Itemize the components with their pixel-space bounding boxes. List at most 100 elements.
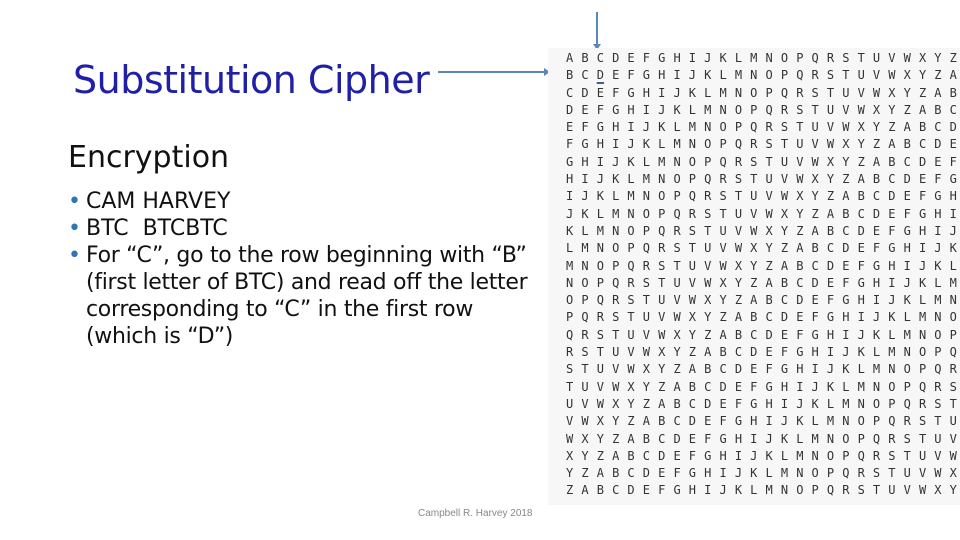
cipher-cell: W <box>673 310 681 325</box>
cipher-cell: N <box>826 431 835 446</box>
cipher-cell: T <box>612 327 620 342</box>
cipher-cell: O <box>688 154 697 169</box>
cipher-cell: M <box>750 51 758 65</box>
cipher-cell: Q <box>704 172 712 187</box>
cipher-cell: R <box>658 241 666 256</box>
cipher-cell: O <box>673 172 681 187</box>
cipher-cell: N <box>842 414 850 429</box>
cipher-cell: J <box>918 258 927 273</box>
cipher-cell: F <box>811 310 819 325</box>
cipher-cell: H <box>903 241 911 256</box>
bullet-text: BTC BTCBTC <box>86 216 228 241</box>
cipher-row: ABCDEFGHIJKLMNOPQRSTUVWXYZ <box>562 50 960 67</box>
cipher-cell: M <box>811 431 819 446</box>
cipher-cell: U <box>627 327 635 342</box>
cipher-cell: H <box>796 362 804 377</box>
cipher-cell: W <box>888 68 896 83</box>
cipher-row: FGHIJKLMNOPQRSTUVWXYZABCDE <box>562 136 960 153</box>
cipher-cell: P <box>949 327 957 342</box>
cipher-cell: S <box>704 206 712 221</box>
cipher-cell: J <box>658 102 666 117</box>
cipher-cell: Y <box>596 431 604 446</box>
cipher-cell: N <box>765 51 773 65</box>
cipher-cell: L <box>719 68 727 83</box>
cipher-cell: Z <box>673 362 681 377</box>
cipher-cell: O <box>872 396 881 411</box>
cipher-cell: V <box>857 85 865 100</box>
cipher-cell: U <box>642 310 650 325</box>
cipher-cell: I <box>750 431 758 446</box>
cipher-cell: M <box>627 189 635 204</box>
cipher-cell: O <box>934 327 942 342</box>
cipher-cell: R <box>566 345 574 360</box>
cipher-cell: B <box>842 206 850 221</box>
cipher-cell: P <box>857 431 865 446</box>
cipher-cell: T <box>918 431 927 446</box>
cipher-cell: O <box>949 310 957 325</box>
cipher-cell: R <box>949 362 957 377</box>
cipher-cell: B <box>872 172 881 187</box>
cipher-cell: K <box>612 172 620 187</box>
cipher-cell: T <box>811 102 819 117</box>
cipher-cell: P <box>734 120 743 135</box>
cipher-cell: X <box>780 206 789 221</box>
cipher-cell: S <box>903 431 911 446</box>
cipher-cell: Y <box>842 154 850 169</box>
cipher-cell: L <box>903 310 911 325</box>
cipher-cell: Q <box>857 448 865 463</box>
cipher-cell: S <box>566 362 574 377</box>
cipher-cell: C <box>857 206 865 221</box>
cipher-cell: V <box>949 431 957 446</box>
cipher-cell: T <box>704 223 712 238</box>
cipher-cell: G <box>857 275 865 290</box>
cipher-cell: P <box>842 448 850 463</box>
cipher-cell: I <box>903 258 911 273</box>
cipher-cell: V <box>627 345 635 360</box>
cipher-cell: K <box>688 85 697 100</box>
cipher-cell: U <box>566 396 574 411</box>
cipher-cell: V <box>612 362 620 377</box>
cipher-cell: L <box>811 414 819 429</box>
cipher-cell: J <box>750 448 758 463</box>
cipher-cell: I <box>811 362 819 377</box>
cipher-cell: L <box>596 206 604 221</box>
cipher-cell: L <box>888 327 896 342</box>
cipher-cell: T <box>842 68 850 83</box>
cipher-cell: Y <box>796 206 804 221</box>
cipher-cell: X <box>842 137 850 152</box>
cipher-cell: W <box>750 223 758 238</box>
cipher-cell: E <box>627 51 635 65</box>
cipher-cell: J <box>934 241 942 256</box>
cipher-cell: F <box>566 137 574 152</box>
cipher-cell: P <box>796 51 804 65</box>
cipher-cell: G <box>750 396 758 411</box>
cipher-cell: Y <box>872 120 881 135</box>
cipher-cell: E <box>888 206 896 221</box>
cipher-cell: Y <box>566 466 574 481</box>
cipher-cell: H <box>750 414 758 429</box>
cipher-cell: C <box>566 85 574 100</box>
cipher-cell: E <box>734 379 743 394</box>
cipher-cell: B <box>750 310 758 325</box>
cipher-cell: U <box>704 241 712 256</box>
cipher-cell: G <box>627 85 635 100</box>
cipher-cell: W <box>826 137 835 152</box>
cipher-row: CDEFGHIJKLMNOPQRSTUVWXYZAB <box>562 85 960 102</box>
cipher-cell: X <box>826 154 835 169</box>
cipher-cell: Y <box>719 293 727 308</box>
cipher-cell: K <box>627 154 635 169</box>
cipher-cell: Q <box>596 293 604 308</box>
cipher-cell: I <box>566 189 574 204</box>
cipher-cell: C <box>688 396 697 411</box>
cipher-cell: N <box>596 241 604 256</box>
footer-credit: Campbell R. Harvey 2018 <box>418 508 533 519</box>
cipher-cell: J <box>612 154 620 169</box>
cipher-cell: F <box>826 293 835 308</box>
cipher-row: YZABCDEFGHIJKLMNOPQRSTUVWX <box>562 465 960 482</box>
cipher-cell: T <box>719 206 727 221</box>
cipher-cell: D <box>872 206 881 221</box>
cipher-cell: L <box>949 258 957 273</box>
cipher-cell: O <box>581 275 589 290</box>
cipher-cell: H <box>673 51 681 65</box>
cipher-cell: O <box>642 206 650 221</box>
